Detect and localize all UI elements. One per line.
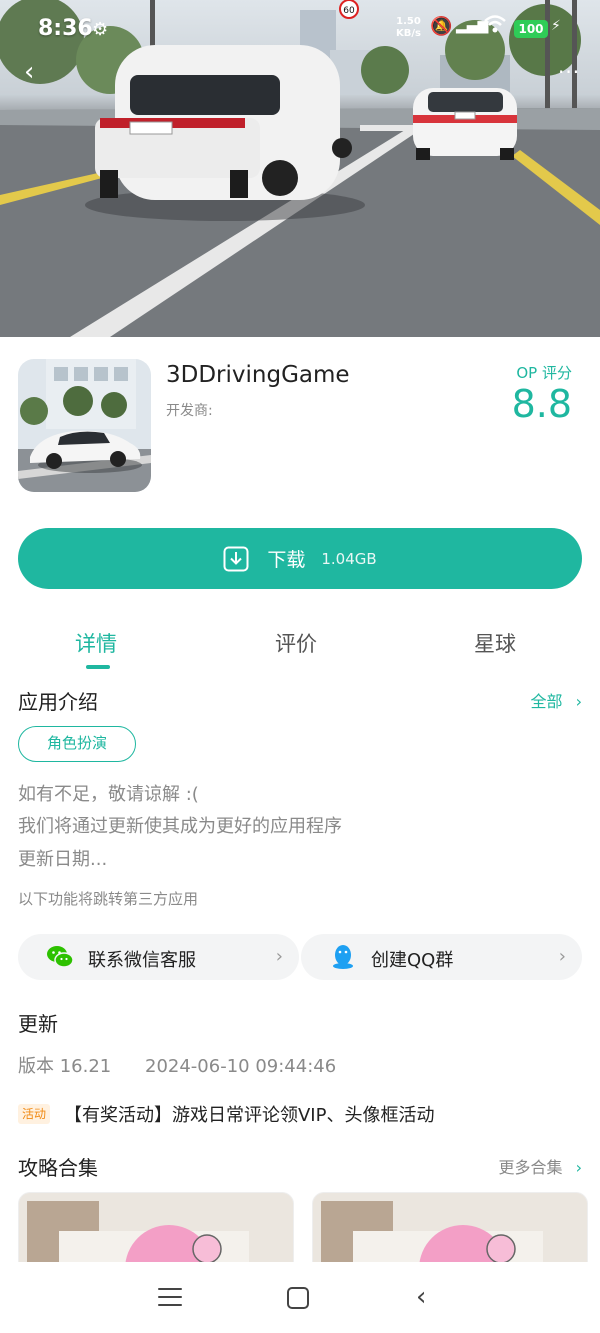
status-bar: 8:36 ⚙ 1.50 KB/s 🔕 ▂▄▆ 100 ⚡ <box>0 0 600 58</box>
guide-card-image <box>313 1193 587 1271</box>
active-tab-indicator <box>86 665 110 669</box>
more-icon[interactable]: ··· <box>558 60 580 84</box>
wifi-icon <box>484 14 506 39</box>
create-qq-group-label: 创建QQ群 <box>371 950 454 971</box>
back-icon[interactable]: ‹ <box>416 1282 426 1312</box>
guide-card[interactable] <box>18 1192 294 1272</box>
chevron-right-icon: › <box>575 692 582 711</box>
activity-link[interactable]: 【有奖活动】游戏日常评论领VIP、头像框活动 <box>64 1101 434 1127</box>
intro-all-link[interactable]: 全部 › <box>530 688 582 712</box>
version-info: 版本 16.21 2024-06-10 09:44:46 <box>18 1052 336 1078</box>
home-icon[interactable] <box>287 1287 309 1309</box>
intro-title: 应用介绍 <box>18 690 98 714</box>
hero-screenshot[interactable]: 60 8:36 ⚙ 1.50 KB/s 🔕 ▂▄▆ 100 ⚡ ‹ ··· <box>0 0 600 337</box>
system-nav-bar: ‹ <box>0 1262 600 1333</box>
create-qq-group-button[interactable]: 创建QQ群 › <box>301 934 582 980</box>
network-speed: 1.50 KB/s <box>396 16 421 40</box>
more-guides-link[interactable]: 更多合集 › <box>498 1154 582 1178</box>
back-arrow-icon[interactable]: ‹ <box>24 58 52 86</box>
guides-title: 攻略合集 <box>18 1156 98 1180</box>
app-name: 3DDrivingGame <box>166 362 350 388</box>
more-guides-label: 更多合集 <box>498 1158 563 1177</box>
update-date: 2024-06-10 09:44:46 <box>145 1056 337 1077</box>
status-time: 8:36 <box>38 16 93 41</box>
mute-bell-icon: 🔕 <box>430 16 453 37</box>
rating-label: OP 评分 <box>516 364 572 382</box>
network-speed-unit: KB/s <box>396 28 421 39</box>
developer-label: 开发商: <box>166 403 213 419</box>
download-size: 1.04GB <box>321 549 377 568</box>
version-number: 版本 16.21 <box>18 1056 112 1077</box>
app-icon <box>18 359 151 492</box>
tab-planet[interactable]: 星球 <box>474 628 516 658</box>
chevron-right-icon: › <box>575 1158 582 1177</box>
network-speed-value: 1.50 <box>396 16 421 27</box>
chevron-right-icon: › <box>275 946 283 967</box>
intro-line: 我们将通过更新使其成为更好的应用程序 <box>18 816 342 837</box>
guide-card-image <box>19 1193 293 1271</box>
chevron-right-icon: › <box>558 946 566 967</box>
intro-line: 如有不足，敬请谅解 :( <box>18 784 199 805</box>
wechat-icon <box>47 946 74 968</box>
recent-apps-icon[interactable] <box>158 1288 182 1308</box>
tab-details[interactable]: 详情 <box>75 628 117 658</box>
update-title: 更新 <box>18 1012 58 1036</box>
download-label: 下载 <box>267 549 306 571</box>
qq-icon <box>333 945 353 969</box>
download-icon <box>223 546 249 571</box>
charging-bolt-icon: ⚡ <box>551 18 561 34</box>
download-button[interactable]: 下载 1.04GB <box>18 528 582 589</box>
genre-tag[interactable]: 角色扮演 <box>18 726 136 762</box>
intro-line: 更新日期... <box>18 849 108 870</box>
battery-indicator: 100 <box>514 20 548 38</box>
settings-gear-icon: ⚙ <box>92 19 109 40</box>
wechat-service-button[interactable]: 联系微信客服 › <box>18 934 299 980</box>
wechat-service-label: 联系微信客服 <box>88 950 196 971</box>
rating-value: 8.8 <box>511 382 572 426</box>
activity-badge: 活动 <box>18 1104 51 1124</box>
third-party-note: 以下功能将跳转第三方应用 <box>18 890 199 908</box>
guide-card[interactable] <box>312 1192 588 1272</box>
intro-all-label: 全部 <box>530 692 563 711</box>
tab-reviews[interactable]: 评价 <box>275 628 317 658</box>
